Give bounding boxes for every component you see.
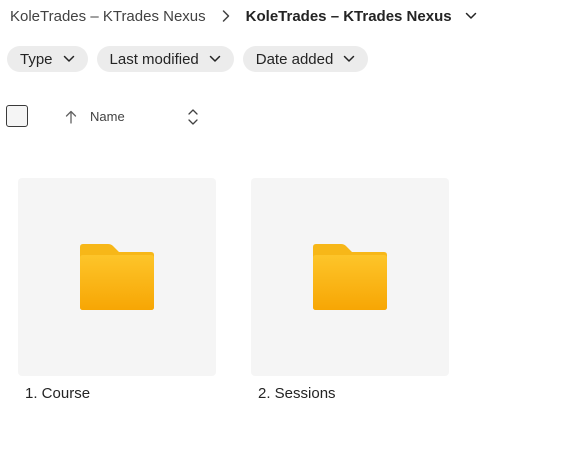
filter-date-added-button[interactable]: Date added (242, 46, 369, 72)
chevron-down-icon (63, 53, 75, 65)
list-header: Name (0, 104, 581, 130)
folder-name: 2. Sessions (258, 385, 336, 402)
arrow-up-icon[interactable] (64, 109, 78, 125)
folder-icon (80, 244, 154, 310)
filter-type-label: Type (20, 50, 53, 68)
chevron-down-icon (209, 53, 221, 65)
chevron-down-icon (343, 53, 355, 65)
folder-thumbnail (18, 178, 216, 376)
filter-last-modified-button[interactable]: Last modified (96, 46, 234, 72)
select-all-checkbox[interactable] (6, 105, 28, 127)
folder-tile-course[interactable]: 1. Course (18, 178, 216, 402)
filter-date-added-label: Date added (255, 50, 334, 68)
folder-name: 1. Course (25, 385, 91, 402)
breadcrumb-current: KoleTrades – KTrades Nexus (245, 7, 452, 25)
filter-bar: Type Last modified Date added (7, 46, 369, 72)
filter-last-modified-label: Last modified (109, 50, 199, 68)
folder-icon (313, 244, 387, 310)
breadcrumb-menu-chevron-down-icon[interactable] (464, 9, 478, 23)
filter-type-button[interactable]: Type (7, 46, 88, 72)
breadcrumb-parent-link[interactable]: KoleTrades – KTrades Nexus (10, 8, 206, 25)
breadcrumb: KoleTrades – KTrades Nexus KoleTrades – … (10, 6, 478, 26)
name-column-header[interactable]: Name (90, 109, 125, 124)
folder-thumbnail (251, 178, 449, 376)
folder-tile-sessions[interactable]: 2. Sessions (251, 178, 449, 402)
sort-up-down-icon[interactable] (186, 107, 200, 127)
chevron-right-icon (218, 8, 234, 24)
